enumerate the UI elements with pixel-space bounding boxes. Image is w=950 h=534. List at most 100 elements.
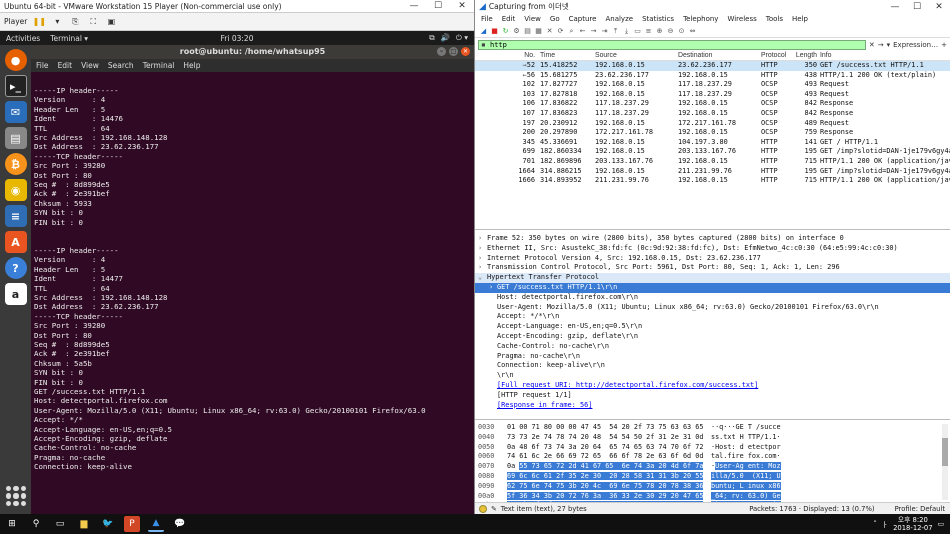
ws-menu-go[interactable]: Go — [550, 15, 560, 23]
packet-row[interactable]: 106 17.836822 117.18.237.29 192.168.0.15 OCS… — [475, 99, 950, 109]
ws-menu-file[interactable]: File — [481, 15, 493, 23]
packet-row[interactable]: 197 20.230912 192.168.0.15 172.217.161.78 OC… — [475, 119, 950, 129]
twitter-icon[interactable]: 🐦 — [100, 516, 116, 532]
detail-row[interactable]: \r\n — [475, 371, 950, 381]
back-icon[interactable]: ← — [578, 27, 587, 36]
taskbar-clock[interactable]: 오후 8:20 2018-12-07 — [893, 516, 933, 532]
terminal-output[interactable]: -----IP header----- Version : 4 Header Len… — [31, 72, 474, 500]
player-menu[interactable]: Player — [4, 17, 27, 26]
menu-terminal[interactable]: Terminal — [143, 61, 175, 70]
filter-dropdown-icon[interactable]: ▾ — [887, 41, 891, 49]
detail-row[interactable]: Pragma: no-cache\r\n — [475, 352, 950, 362]
bytes-hex[interactable]: 0a 48 6f 73 74 3a 20 64 65 74 65 63 74 7… — [503, 443, 711, 453]
col-destination[interactable]: Destination — [678, 51, 761, 60]
fullscreen-icon[interactable]: ⛶ — [87, 16, 99, 28]
detail-row[interactable]: › Frame 52: 350 bytes on wire (2800 bits)… — [475, 234, 950, 244]
detail-row[interactable]: › Internet Protocol Version 4, Src: 192.1… — [475, 254, 950, 264]
bytes-ascii[interactable]: buntu; L inux x86 — [711, 481, 781, 492]
help-icon[interactable]: ? — [4, 257, 27, 279]
menu-edit[interactable]: Edit — [58, 61, 73, 70]
wireshark-taskbar-icon[interactable]: ▲ — [148, 516, 164, 532]
kakaotalk-icon[interactable]: 💬 — [172, 516, 188, 532]
file-explorer-icon[interactable]: ▆ — [76, 516, 92, 532]
col-info[interactable]: Info — [820, 51, 950, 60]
menu-file[interactable]: File — [36, 61, 49, 70]
terminal-close-icon[interactable]: ✕ — [461, 47, 470, 56]
expand-arrow-icon[interactable]: › — [478, 263, 482, 273]
zoom-out-icon[interactable]: ⊖ — [666, 27, 675, 36]
packet-row[interactable]: 699 182.860334 192.168.0.15 203.133.167.76 H… — [475, 147, 950, 157]
forward-icon[interactable]: → — [589, 27, 598, 36]
bytes-ascii[interactable]: ··q···GE T /succe — [711, 423, 781, 433]
close-button[interactable]: ✕ — [450, 1, 474, 11]
menu-view[interactable]: View — [81, 61, 99, 70]
bitcoin-icon[interactable]: ₿ — [4, 153, 27, 175]
tray-expand-icon[interactable]: ˄ — [873, 520, 876, 528]
restart-capture-icon[interactable]: ↻ — [501, 27, 510, 36]
ws-menu-capture[interactable]: Capture — [569, 15, 597, 23]
start-icon[interactable]: ⊞ — [4, 516, 20, 532]
detail-row[interactable]: › Ethernet II, Src: AsustekC_38:fd:fc (0c… — [475, 244, 950, 254]
start-capture-icon[interactable]: ◢ — [479, 27, 488, 36]
ws-maximize-button[interactable]: ☐ — [906, 2, 928, 12]
unity-icon[interactable]: ▣ — [105, 16, 117, 28]
expand-arrow-icon[interactable]: ⌄ — [478, 273, 482, 283]
software-center-icon[interactable]: A — [4, 231, 27, 253]
ws-menu-wireless[interactable]: Wireless — [727, 15, 756, 23]
power-icon[interactable]: ⏻ ▾ — [456, 33, 468, 43]
packet-row[interactable]: 107 17.836823 117.18.237.29 192.168.0.15 OCS… — [475, 109, 950, 119]
bytes-ascii[interactable]: illa/5.0 (X11; U — [711, 471, 781, 482]
detail-row[interactable]: ⌄ Hypertext Transfer Protocol — [475, 273, 950, 283]
bytes-ascii[interactable]: _64; rv: 63.0) Ge — [711, 491, 781, 502]
goto-icon[interactable]: ⇥ — [600, 27, 609, 36]
volume-icon[interactable]: 🔊 — [441, 33, 450, 43]
resize-columns-icon[interactable]: ⇔ — [688, 27, 697, 36]
detail-row[interactable]: Accept-Language: en-US,en;q=0.5\r\n — [475, 322, 950, 332]
packet-row[interactable]: 1664 314.886215 192.168.0.15 211.231.99.76 H… — [475, 167, 950, 177]
col-length[interactable]: Length — [794, 51, 820, 60]
files-icon[interactable]: ▤ — [4, 127, 27, 149]
ws-menu-view[interactable]: View — [524, 15, 541, 23]
amazon-icon[interactable]: a — [4, 283, 27, 305]
detail-row[interactable]: Accept: */*\r\n — [475, 312, 950, 322]
writer-icon[interactable]: ≡ — [4, 205, 27, 227]
bytes-scrollbar[interactable] — [942, 424, 948, 500]
ws-close-button[interactable]: ✕ — [928, 2, 950, 12]
packet-row[interactable]: 345 45.336691 192.168.0.15 104.197.3.80 HTTP… — [475, 138, 950, 148]
ws-menu-tools[interactable]: Tools — [766, 15, 783, 23]
save-icon[interactable]: ▦ — [534, 27, 543, 36]
powerpoint-icon[interactable]: P — [124, 516, 140, 532]
ws-menu-telephony[interactable]: Telephony — [683, 15, 718, 23]
ws-menu-edit[interactable]: Edit — [502, 15, 516, 23]
terminal-minimize-icon[interactable]: – — [437, 47, 446, 56]
zoom-reset-icon[interactable]: ⊙ — [677, 27, 686, 36]
detail-row[interactable]: Cache-Control: no-cache\r\n — [475, 342, 950, 352]
detail-row[interactable]: › GET /success.txt HTTP/1.1\r\n — [475, 282, 950, 293]
col-source[interactable]: Source — [595, 51, 678, 60]
packet-row[interactable]: ←56 15.681275 23.62.236.177 192.168.0.15 HTT… — [475, 71, 950, 81]
pause-icon[interactable]: ❚❚ — [33, 16, 46, 28]
detail-row[interactable]: Host: detectportal.firefox.com\r\n — [475, 293, 950, 303]
detail-row[interactable]: Accept-Encoding: gzip, deflate\r\n — [475, 332, 950, 342]
packet-row[interactable]: →52 15.418252 192.168.0.15 23.62.236.177 HTT… — [475, 61, 950, 71]
col-no[interactable]: No. — [475, 51, 540, 60]
packet-row[interactable]: 701 182.869896 203.133.167.76 192.168.0.15 H… — [475, 157, 950, 167]
firefox-icon[interactable]: ● — [4, 49, 27, 71]
maximize-button[interactable]: ☐ — [426, 1, 450, 11]
detail-row[interactable]: › Transmission Control Protocol, Src Port… — [475, 263, 950, 273]
expand-arrow-icon[interactable]: › — [478, 244, 482, 254]
bytes-ascii[interactable]: ·Host: d etectpor — [711, 443, 781, 453]
show-applications-icon[interactable] — [6, 486, 26, 506]
activities-button[interactable]: Activities — [6, 34, 40, 43]
bytes-hex[interactable]: 69 6c 6c 61 2f 35 2e 30 20 28 58 31 31 3… — [503, 471, 711, 482]
send-ctrl-alt-del-icon[interactable]: ⎘ — [69, 16, 81, 28]
bytes-hex[interactable]: 01 00 71 80 00 00 47 45 54 20 2f 73 75 6… — [503, 423, 711, 433]
colorize-icon[interactable]: ≡ — [644, 27, 653, 36]
packet-row[interactable]: 102 17.827727 192.168.0.15 117.18.237.29 OCS… — [475, 80, 950, 90]
ws-minimize-button[interactable]: — — [884, 2, 906, 12]
network-icon[interactable]: ⧉ — [429, 33, 434, 43]
expand-arrow-icon[interactable]: › — [478, 234, 482, 244]
filter-apply-icon[interactable]: → — [878, 41, 884, 49]
bytes-hex[interactable]: 0a 55 73 65 72 2d 41 67 65 6e 74 3a 20 4… — [503, 462, 711, 472]
notifications-icon[interactable]: ▭ — [938, 520, 944, 528]
